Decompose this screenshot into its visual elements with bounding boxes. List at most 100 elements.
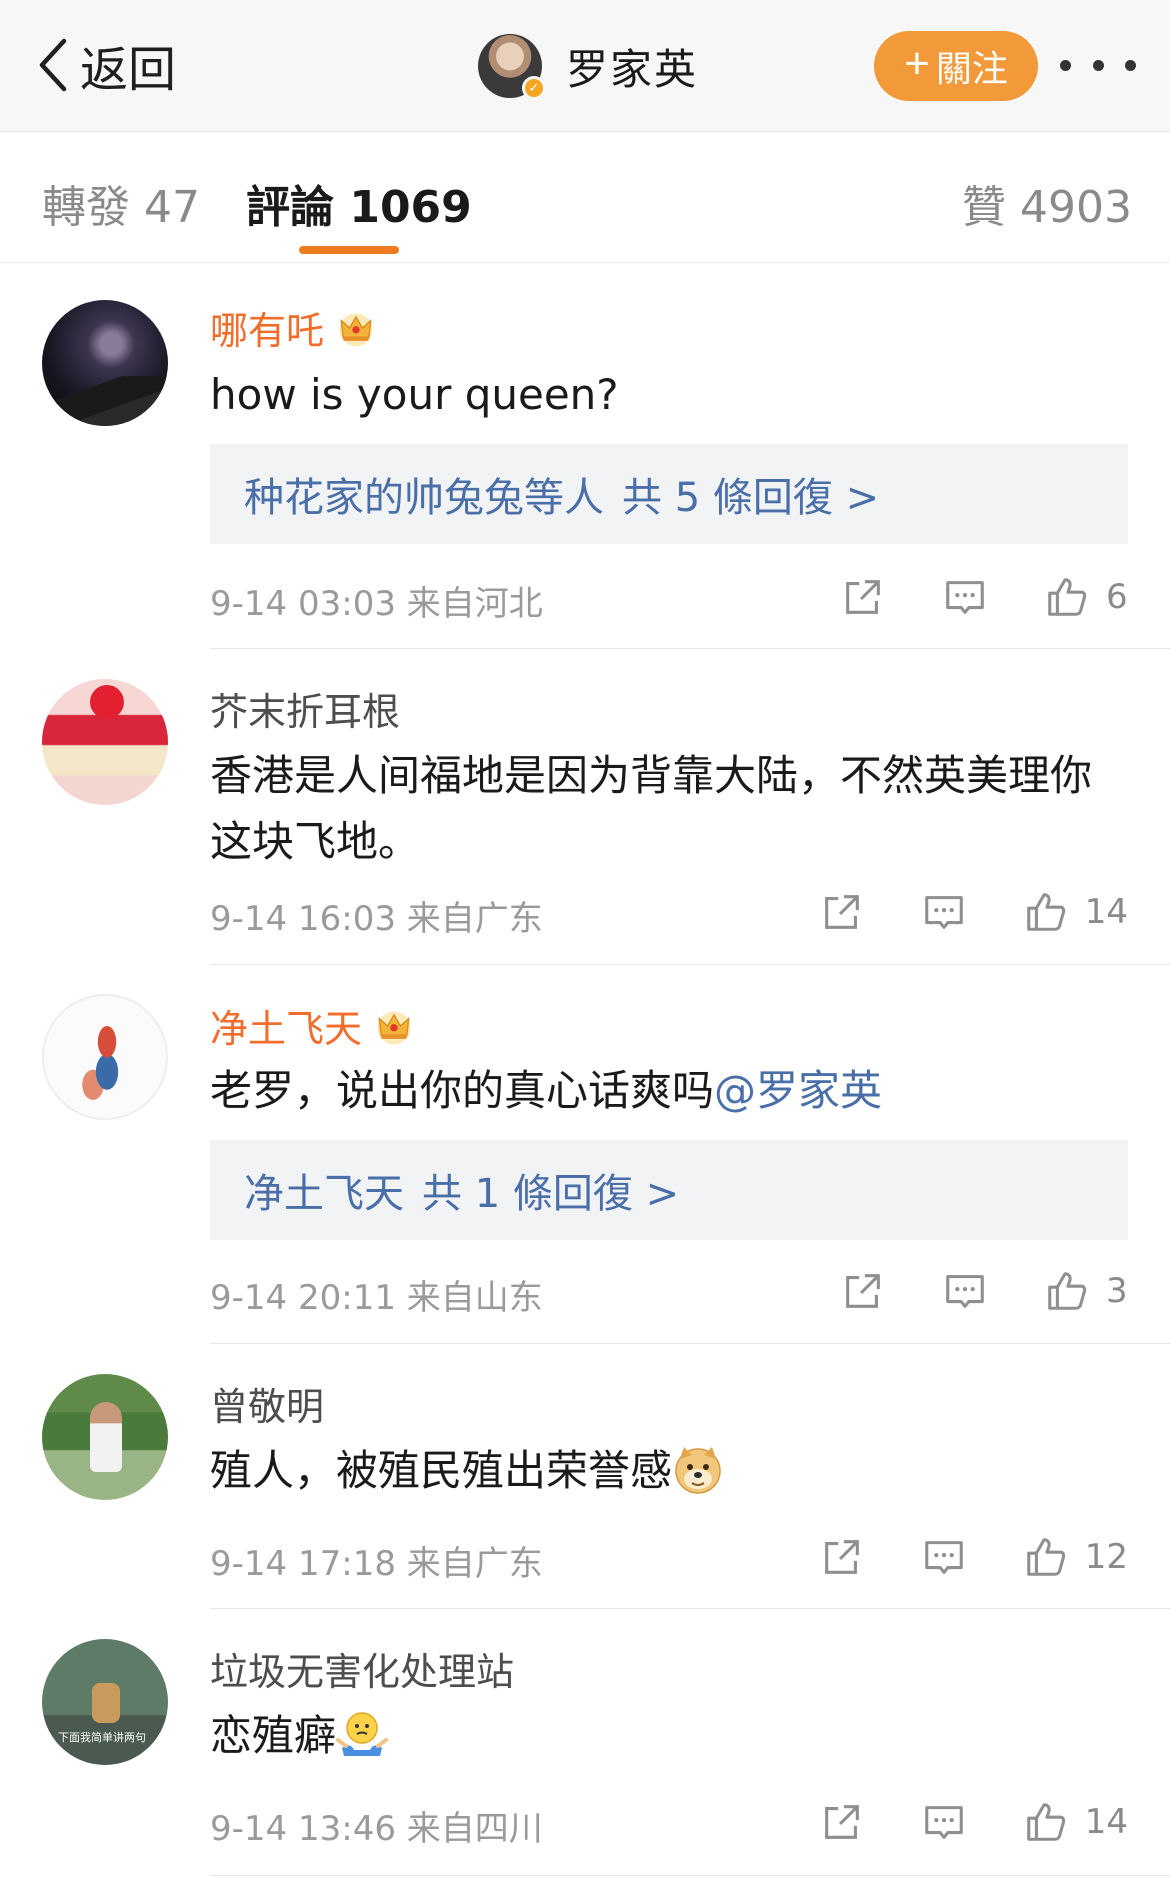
comment-username[interactable]: 垃圾无害化处理站 (210, 1641, 514, 1696)
replies-link[interactable]: 种花家的帅兔兔等人 共 5 條回復 > (210, 444, 1128, 544)
comment-meta: 9-14 16:03 来自广东 (210, 891, 543, 940)
more-dots-icon (1060, 59, 1071, 71)
comment-item: 下面我简单讲两句 垃圾无害化处理站 恋殖癖 9-14 13:46 来自四川 14 (0, 1609, 1170, 1877)
avatar[interactable] (42, 1374, 168, 1500)
shrug-emoji-icon (336, 1708, 388, 1760)
doge-emoji-icon (672, 1443, 724, 1495)
comment-meta: 9-14 13:46 来自四川 (210, 1801, 543, 1850)
plus-icon: + (904, 39, 930, 88)
comment-text: how is your queen? (210, 370, 619, 419)
reply-icon[interactable] (942, 1268, 988, 1314)
comment-location: 来自广东 (406, 1544, 543, 1584)
comment-meta: 9-14 20:11 来自山东 (210, 1270, 543, 1319)
share-icon[interactable] (840, 574, 886, 620)
username-text: 曾敬明 (210, 1385, 325, 1429)
comment-location: 来自山东 (406, 1278, 543, 1318)
follow-button[interactable]: + 關注 (874, 31, 1038, 101)
tab-reposts[interactable]: 轉發 47 (42, 171, 200, 235)
comment-item: 曾敬明 殖人，被殖民殖出荣誉感 9-14 17:18 来自广东 12 (0, 1344, 1170, 1609)
more-options-button[interactable] (1060, 50, 1136, 80)
back-label: 返回 (80, 42, 177, 98)
comment-text: 恋殖癖 (210, 1703, 1130, 1769)
avatar[interactable] (42, 300, 168, 426)
share-icon[interactable] (819, 889, 865, 935)
like-count: 6 (1106, 577, 1128, 617)
like-count: 14 (1084, 892, 1128, 932)
reply-count: 共 1 條回復 > (422, 1171, 680, 1217)
comment-text-body: 老罗，说出你的真心话爽吗 (210, 1066, 715, 1115)
profile-header[interactable]: ✓ 罗家英 (478, 30, 698, 102)
reply-names: 种花家的帅兔兔等人 (244, 475, 604, 521)
comment-location: 来自河北 (406, 584, 543, 624)
avatar-caption: 下面我简单讲两句 (58, 1731, 146, 1744)
follow-label: 關注 (935, 48, 1008, 89)
comment-meta: 9-14 17:18 来自广东 (210, 1536, 543, 1585)
page-title: 罗家英 (566, 44, 699, 94)
reply-count: 共 5 條回復 > (622, 475, 880, 521)
back-button[interactable]: 返回 (34, 30, 176, 100)
comment-username[interactable]: 芥末折耳根 (210, 681, 400, 736)
tab-label: 贊 (962, 182, 1006, 233)
comment-text-body: 恋殖癖 (210, 1711, 337, 1760)
comment-time: 9-14 03:03 (210, 584, 396, 624)
reply-icon[interactable] (921, 889, 967, 935)
comment-actions: 14 (819, 887, 1128, 937)
replies-link[interactable]: 净土飞天 共 1 條回復 > (210, 1140, 1128, 1240)
crown-vip-icon (372, 1004, 416, 1048)
tab-comments[interactable]: 評論 1069 (246, 171, 472, 235)
comment-username[interactable]: 净土飞天 (210, 998, 416, 1053)
comment-text: 殖人，被殖民殖出荣誉感 (210, 1438, 1130, 1504)
comment-actions: 3 (840, 1266, 1128, 1316)
top-navigation-bar: 返回 ✓ 罗家英 + 關注 (0, 0, 1170, 132)
username-text: 哪有吒 (210, 309, 325, 353)
username-text: 芥末折耳根 (210, 690, 401, 734)
reply-icon[interactable] (921, 1799, 967, 1845)
share-icon[interactable] (840, 1268, 886, 1314)
share-icon[interactable] (819, 1799, 865, 1845)
comment-text-body: 殖人，被殖民殖出荣誉感 (210, 1446, 673, 1495)
divider (210, 648, 1170, 649)
reply-icon[interactable] (921, 1534, 967, 1580)
chevron-left-icon (39, 38, 67, 92)
mention-link[interactable]: @罗家英 (714, 1066, 882, 1115)
tab-label: 評論 (246, 182, 334, 233)
avatar[interactable]: ✓ (478, 34, 546, 100)
like-icon[interactable] (1044, 1268, 1090, 1314)
tab-bar: 轉發 47 評論 1069 贊 4903 (0, 133, 1170, 263)
tab-likes[interactable]: 贊 4903 (962, 171, 1132, 235)
tab-count: 4903 (1020, 182, 1132, 233)
like-count: 14 (1084, 1802, 1128, 1842)
comment-text: 老罗，说出你的真心话爽吗@罗家英 (210, 1058, 1130, 1124)
like-icon[interactable] (1023, 1799, 1069, 1845)
reply-icon[interactable] (942, 574, 988, 620)
avatar[interactable] (42, 994, 168, 1120)
comment-text: 香港是人间福地是因为背靠大陆，不然英美理你这块飞地。 (210, 751, 1093, 866)
comment-time: 9-14 16:03 (210, 899, 396, 939)
active-tab-indicator (299, 246, 399, 254)
tab-label: 轉發 (42, 182, 130, 233)
comment-username[interactable]: 哪有吒 (210, 300, 378, 355)
more-dots-icon (1092, 59, 1104, 71)
comment-item: 哪有吒 how is your queen? 种花家的帅兔兔等人 共 5 條回復… (0, 266, 1170, 651)
tab-count: 47 (144, 182, 200, 233)
comment-item: 净土飞天 老罗，说出你的真心话爽吗@罗家英 净土飞天 共 1 條回復 > 9-1… (0, 966, 1170, 1344)
reply-names: 净土飞天 (244, 1171, 404, 1217)
username-text: 净土飞天 (210, 1007, 363, 1051)
username-text: 垃圾无害化处理站 (210, 1650, 515, 1694)
like-icon[interactable] (1023, 889, 1069, 935)
like-count: 3 (1106, 1271, 1128, 1311)
like-icon[interactable] (1023, 1534, 1069, 1580)
comment-actions: 12 (819, 1532, 1128, 1582)
like-icon[interactable] (1044, 574, 1090, 620)
share-icon[interactable] (819, 1534, 865, 1580)
divider (210, 964, 1170, 965)
verified-badge-icon: ✓ (522, 76, 546, 100)
comment-time: 9-14 13:46 (210, 1809, 396, 1849)
comment-username[interactable]: 曾敬明 (210, 1376, 324, 1431)
tab-count: 1069 (349, 182, 472, 233)
comment-actions: 6 (840, 572, 1128, 622)
comment-actions: 14 (819, 1797, 1128, 1847)
avatar[interactable] (42, 679, 168, 805)
more-dots-icon (1125, 59, 1136, 71)
avatar[interactable]: 下面我简单讲两句 (42, 1639, 168, 1765)
